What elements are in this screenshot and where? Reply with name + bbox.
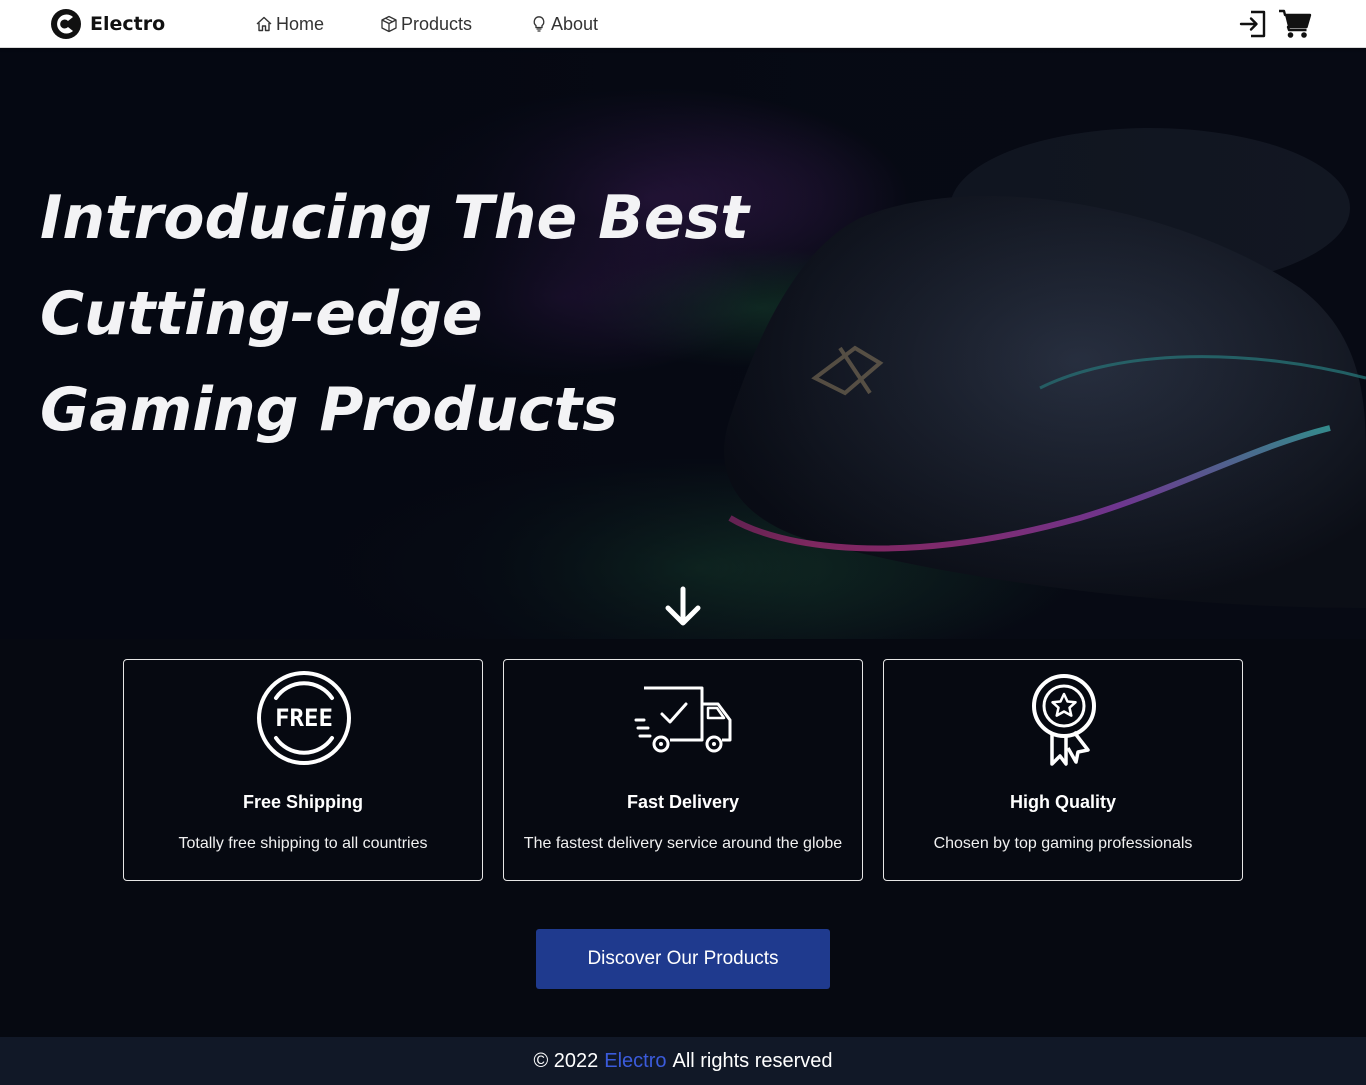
feature-text: Totally free shipping to all countries	[178, 835, 428, 852]
hero-title-line: Gaming Products	[40, 375, 618, 445]
cart-icon[interactable]	[1278, 8, 1312, 40]
feature-card-free-shipping: FREE Free Shipping Totally free shipping…	[123, 659, 483, 881]
free-badge-text: FREE	[275, 704, 333, 732]
features-section: FREE Free Shipping Totally free shipping…	[123, 659, 1243, 881]
feature-text: Chosen by top gaming professionals	[933, 835, 1193, 852]
footer-brand-link[interactable]: Electro	[604, 1050, 666, 1073]
footer-copyright: © 2022	[533, 1049, 599, 1072]
feature-title: High Quality	[1009, 792, 1116, 812]
home-icon	[256, 16, 272, 32]
footer: © 2022 Electro All rights reserved	[0, 1037, 1366, 1085]
hero-title: Introducing The Best Cutting-edge Gaming…	[40, 170, 749, 458]
feature-card-fast-delivery: Fast Delivery The fastest delivery servi…	[503, 659, 863, 881]
award-ribbon-icon	[1032, 674, 1096, 766]
nav-link-label: Products	[401, 13, 473, 34]
feature-title: Free Shipping	[242, 792, 363, 812]
hero-title-line: Cutting-edge	[40, 279, 483, 349]
brand-logo[interactable]: Electro	[50, 8, 165, 40]
nav-link-label: Home	[276, 13, 325, 34]
navbar: Electro Home Products About	[0, 0, 1366, 48]
feature-card-high-quality: High Quality Chosen by top gaming profes…	[883, 659, 1243, 881]
nav-link-label: About	[551, 13, 599, 34]
nav-link-about[interactable]: About	[530, 12, 598, 36]
feature-text: The fastest delivery service around the …	[523, 835, 843, 852]
nav-link-products[interactable]: Products	[380, 12, 472, 36]
footer-rights-text: All rights reserved	[672, 1049, 833, 1072]
brand-name: Electro	[90, 13, 166, 35]
free-badge-icon: FREE	[257, 671, 351, 765]
delivery-truck-icon	[634, 686, 732, 753]
hero-title-line: Introducing The Best	[40, 183, 749, 253]
nav-link-home[interactable]: Home	[255, 12, 324, 36]
feature-title: Fast Delivery	[626, 792, 740, 812]
discover-products-button[interactable]: Discover Our Products	[536, 929, 830, 989]
lightbulb-icon	[533, 16, 545, 32]
box-icon	[381, 15, 397, 33]
arrow-down-icon[interactable]	[661, 585, 705, 629]
login-icon[interactable]	[1238, 9, 1268, 39]
electro-logo-icon	[51, 9, 81, 39]
hero-section: Introducing The Best Cutting-edge Gaming…	[0, 48, 1366, 639]
